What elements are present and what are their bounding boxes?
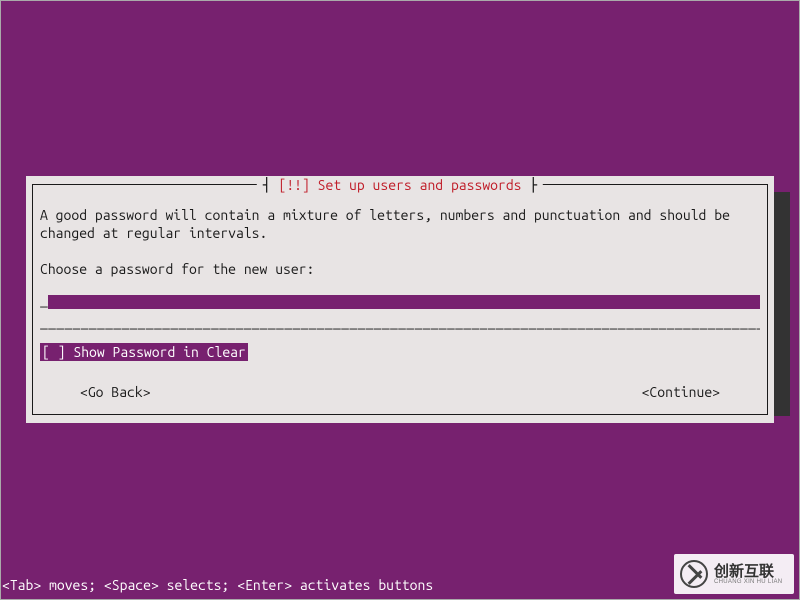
dialog: ┤ [!!] Set up users and passwords ├ A go… [26,176,774,423]
go-back-button[interactable]: <Go Back> [80,383,151,401]
dialog-title: ┤ [!!] Set up users and passwords ├ [257,176,543,194]
watermark: 创新互联 CHUANG XIN HU LIAN [674,554,794,594]
title-text: Set up users and passwords [318,177,522,193]
input-underline: ________________________________________… [40,313,760,331]
continue-button[interactable]: <Continue> [642,383,720,401]
password-prompt: Choose a password for the new user: [40,260,760,278]
watermark-logo-icon [680,560,708,588]
watermark-cn: 创新互联 [714,564,782,579]
watermark-en: CHUANG XIN HU LIAN [714,579,782,585]
show-password-checkbox[interactable]: [ ] Show Password in Clear [40,343,248,361]
footer-hint: <Tab> moves; <Space> selects; <Enter> ac… [2,576,433,594]
checkbox-label: [ ] Show Password in Clear [42,344,246,360]
title-prefix: [!!] [278,177,317,193]
password-input[interactable]: _ [40,291,760,309]
button-row: <Go Back> <Continue> [40,383,760,401]
dialog-body-text: A good password will contain a mixture o… [40,206,760,242]
